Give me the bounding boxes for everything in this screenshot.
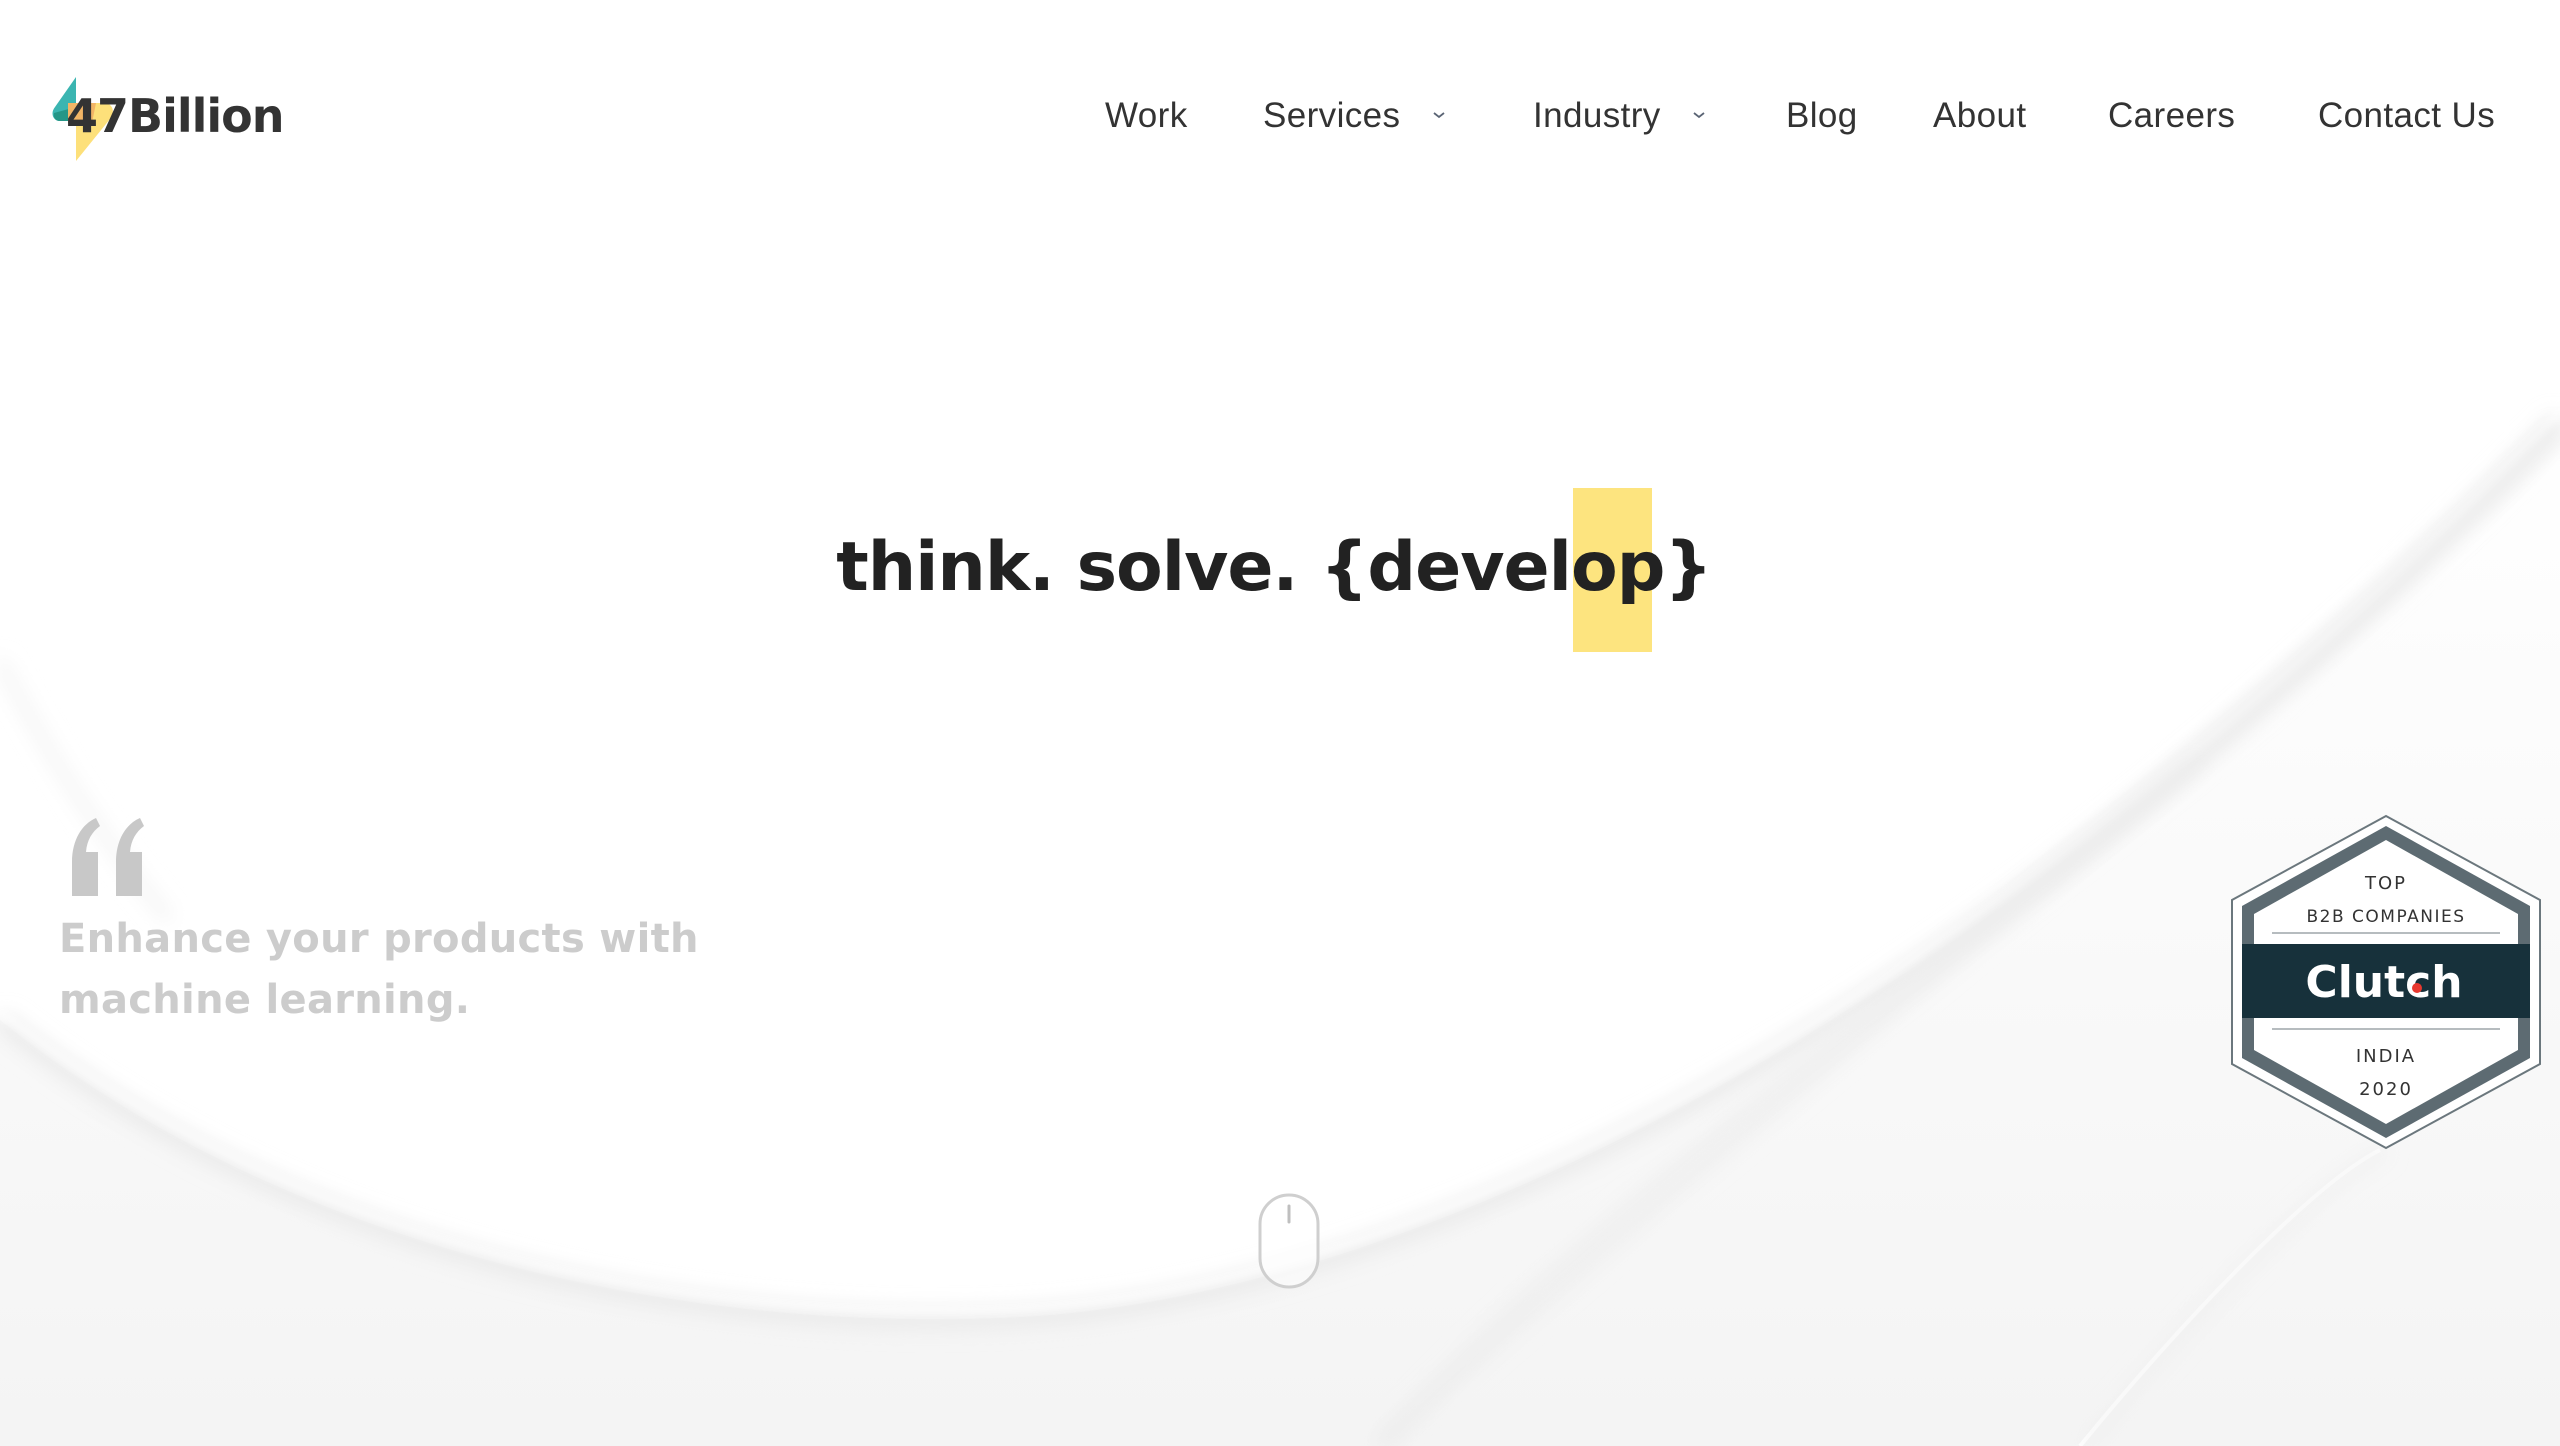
nav-item-label: Industry <box>1533 96 1661 135</box>
nav-item-about[interactable]: About <box>1933 92 2026 140</box>
badge-region: INDIA <box>2356 1046 2416 1067</box>
badge-red-dot <box>2412 983 2422 993</box>
nav-item-careers[interactable]: Careers <box>2108 92 2235 140</box>
chevron-down-icon[interactable] <box>1432 110 1446 120</box>
nav-item-label: Work <box>1105 96 1188 135</box>
clutch-badge-graphic: TOP B2B COMPANIES Clutch INDIA 2020 <box>2231 814 2541 1150</box>
quote-text: Enhance your products with machine learn… <box>59 916 699 1023</box>
nav-item-label: About <box>1933 96 2027 135</box>
nav-item-label: Services <box>1263 96 1401 135</box>
nav-item-industry[interactable]: Industry <box>1533 92 1661 140</box>
nav-item-work[interactable]: Work <box>1105 92 1188 140</box>
badge-brand: Clutch <box>2305 957 2462 1008</box>
hero-headline: think. solve. {develop} <box>0 528 2560 608</box>
chevron-down-icon[interactable] <box>1692 110 1706 120</box>
nav-item-contact-us[interactable]: Contact Us <box>2318 92 2495 140</box>
nav-item-blog[interactable]: Blog <box>1786 92 1858 140</box>
badge-top-label: TOP <box>2364 873 2407 894</box>
nav-item-label: Careers <box>2108 96 2236 135</box>
quote-icon <box>72 818 144 896</box>
badge-year: 2020 <box>2359 1079 2413 1100</box>
nav-item-label: Contact Us <box>2318 96 2496 135</box>
nav-item-label: Blog <box>1786 96 1858 135</box>
badge-category: B2B COMPANIES <box>2306 907 2465 927</box>
mouse-scroll-icon[interactable] <box>1257 1192 1321 1290</box>
clutch-badge[interactable]: TOP B2B COMPANIES Clutch INDIA 2020 <box>2228 814 2544 1150</box>
nav-item-services[interactable]: Services <box>1263 92 1400 140</box>
hero-headline-text: think. solve. {develop} <box>836 528 1713 607</box>
main-nav: Work Services Industry Blog About Career… <box>0 92 2560 140</box>
